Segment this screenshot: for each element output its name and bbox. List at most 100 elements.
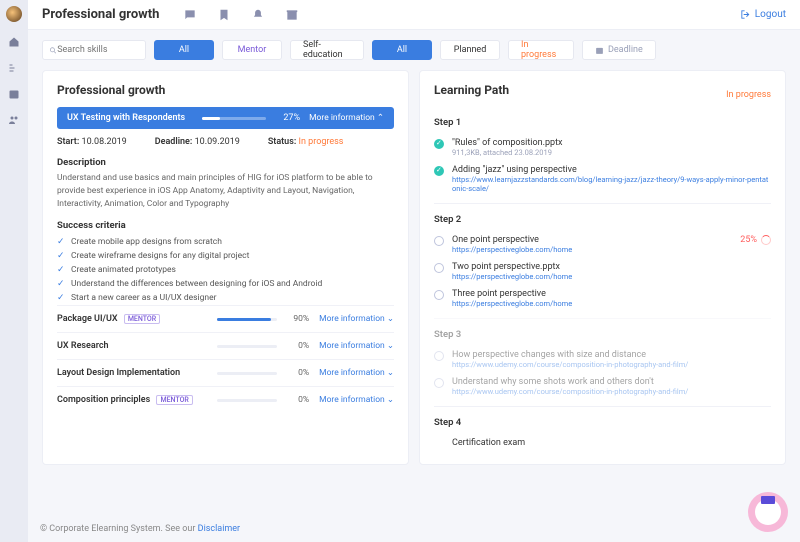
learning-sub[interactable]: https://www.udemy.com/course/composition… <box>452 360 771 369</box>
radio-icon[interactable] <box>434 378 444 388</box>
page-title: Professional growth <box>42 7 159 22</box>
learning-title: How perspective changes with size and di… <box>452 350 771 360</box>
filter-all-status[interactable]: All <box>372 40 432 60</box>
filter-mentor[interactable]: Mentor <box>222 40 282 60</box>
skill-pct: 90% <box>285 314 309 324</box>
growth-title: Professional growth <box>57 83 394 97</box>
skill-pct: 0% <box>285 368 309 378</box>
check-done-icon[interactable] <box>434 166 444 176</box>
chevron-down-icon: ⌄ <box>387 314 394 324</box>
step-1-label: Step 1 <box>434 117 771 128</box>
chevron-up-icon: ⌃ <box>377 113 384 123</box>
skill-name: Package UI/UX MENTOR <box>57 314 217 324</box>
criteria-item: Understand the differences between desig… <box>57 277 394 291</box>
disclaimer-link[interactable]: Disclaimer <box>198 524 240 534</box>
chevron-down-icon: ⌄ <box>387 368 394 378</box>
learning-sub[interactable]: https://perspectiveglobe.com/home <box>452 245 732 254</box>
radio-icon[interactable] <box>434 263 444 273</box>
learning-item[interactable]: Adding "jazz" using perspectivehttps://w… <box>434 161 771 197</box>
learning-sub[interactable]: https://perspectiveglobe.com/home <box>452 299 771 308</box>
learning-path-title: Learning Path <box>434 83 509 97</box>
learning-item[interactable]: "Rules" of composition.pptx911,3KB, atta… <box>434 134 771 161</box>
skill-pct: 0% <box>285 341 309 351</box>
skill-progress-bar <box>217 399 277 402</box>
tasks-icon[interactable] <box>8 62 20 74</box>
learning-sub: 911,3KB, attached 23.08.2019 <box>452 148 771 157</box>
more-info-link[interactable]: More information ⌄ <box>319 341 394 351</box>
more-info-toggle[interactable]: More information ⌃ <box>309 113 384 123</box>
skill-row[interactable]: Package UI/UX MENTOR 90% More information … <box>57 305 394 332</box>
criteria-item: Create animated prototypes <box>57 263 394 277</box>
criteria-item: Create wireframe designs for any digital… <box>57 249 394 263</box>
learning-title: Two point perspective.pptx <box>452 262 771 272</box>
filter-in-progress[interactable]: In progress <box>508 40 574 60</box>
main-content: All Mentor Self-education All Planned In… <box>28 30 800 542</box>
skill-progress-bar <box>217 372 277 375</box>
more-info-link[interactable]: More information ⌄ <box>319 368 394 378</box>
mentor-badge: MENTOR <box>124 314 160 324</box>
filter-planned[interactable]: Planned <box>440 40 500 60</box>
home-icon[interactable] <box>8 36 20 48</box>
learning-path-card: Learning Path In progress Step 1 "Rules"… <box>419 70 786 465</box>
more-info-link[interactable]: More information ⌄ <box>319 314 394 324</box>
learning-item[interactable]: One point perspectivehttps://perspective… <box>434 231 771 258</box>
radio-icon[interactable] <box>434 290 444 300</box>
search-icon <box>49 46 57 55</box>
search-input[interactable] <box>57 45 139 55</box>
skill-name: Composition principles MENTOR <box>57 395 217 405</box>
learning-title: Adding "jazz" using perspective <box>452 165 771 175</box>
check-done-icon[interactable] <box>434 139 444 149</box>
criteria-item: Create mobile app designs from scratch <box>57 235 394 249</box>
step-3-label: Step 3 <box>434 329 771 340</box>
step-4-label: Step 4 <box>434 417 771 428</box>
chat-icon[interactable] <box>183 8 197 22</box>
team-icon[interactable] <box>8 114 20 126</box>
learning-item[interactable]: Understand why some shots work and other… <box>434 373 771 400</box>
filter-all-type[interactable]: All <box>154 40 214 60</box>
search-box[interactable] <box>42 40 146 60</box>
calendar-small-icon <box>595 46 604 55</box>
learning-sub[interactable]: https://www.udemy.com/course/composition… <box>452 387 771 396</box>
archive-icon[interactable] <box>285 8 299 22</box>
progress-ring-icon <box>761 235 771 245</box>
chevron-down-icon: ⌄ <box>387 395 394 405</box>
learning-path-status: In progress <box>726 90 771 100</box>
footer: © Corporate Elearning System. See our Di… <box>40 524 240 534</box>
learning-title: Three point perspective <box>452 289 771 299</box>
filter-deadline[interactable]: Deadline <box>582 40 656 60</box>
radio-icon[interactable] <box>434 351 444 361</box>
radio-icon[interactable] <box>434 236 444 246</box>
primary-progress-pct: 27% <box>283 113 300 123</box>
skill-name: Layout Design Implementation <box>57 368 217 378</box>
skill-row[interactable]: UX Research 0% More information ⌄ <box>57 332 394 359</box>
filters-row: All Mentor Self-education All Planned In… <box>42 40 786 60</box>
bell-icon[interactable] <box>251 8 265 22</box>
primary-skill-header[interactable]: UX Testing with Respondents 27% More inf… <box>57 107 394 129</box>
calendar-icon[interactable] <box>8 88 20 100</box>
learning-title: "Rules" of composition.pptx <box>452 138 771 148</box>
more-info-link[interactable]: More information ⌄ <box>319 395 394 405</box>
skill-progress-bar <box>217 318 277 321</box>
learning-item[interactable]: How perspective changes with size and di… <box>434 346 771 373</box>
skill-row[interactable]: Composition principles MENTOR 0% More info… <box>57 386 394 413</box>
primary-meta: Start: 10.08.2019 Deadline: 10.09.2019 S… <box>57 137 394 147</box>
skill-row[interactable]: Layout Design Implementation 0% More infor… <box>57 359 394 386</box>
avatar[interactable] <box>6 6 22 22</box>
skill-name: UX Research <box>57 341 217 351</box>
primary-progress-bar <box>202 117 266 120</box>
topbar: Professional growth Logout <box>28 0 800 30</box>
step-2-label: Step 2 <box>434 214 771 225</box>
chevron-down-icon: ⌄ <box>387 341 394 351</box>
skill-pct: 0% <box>285 395 309 405</box>
learning-item[interactable]: Two point perspective.pptxhttps://perspe… <box>434 258 771 285</box>
logout-button[interactable]: Logout <box>740 9 786 20</box>
bookmark-icon[interactable] <box>217 8 231 22</box>
primary-skill-name: UX Testing with Respondents <box>67 113 185 123</box>
learning-sub[interactable]: https://www.learnjazzstandards.com/blog/… <box>452 175 771 193</box>
mentor-badge: MENTOR <box>156 395 192 405</box>
growth-card: Professional growth UX Testing with Resp… <box>42 70 409 465</box>
filter-self-education[interactable]: Self-education <box>290 40 364 60</box>
learning-item[interactable]: Three point perspectivehttps://perspecti… <box>434 285 771 312</box>
learning-sub[interactable]: https://perspectiveglobe.com/home <box>452 272 771 281</box>
mascot-widget[interactable] <box>748 492 788 532</box>
